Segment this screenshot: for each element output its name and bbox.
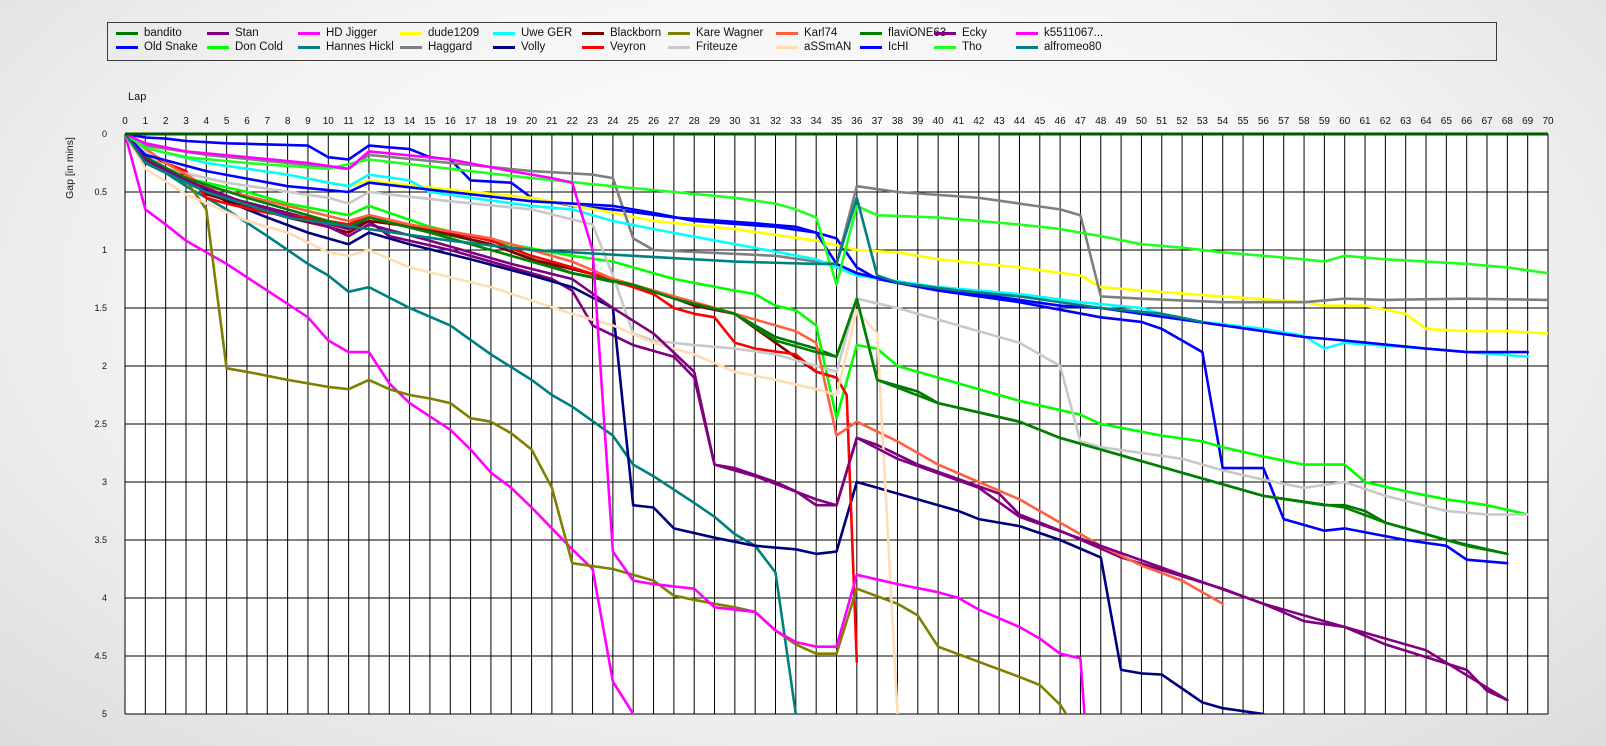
x-tick-label: 70 <box>1542 116 1554 127</box>
x-tick-label: 9 <box>305 116 311 127</box>
x-tick-label: 54 <box>1217 116 1229 127</box>
x-tick-label: 31 <box>750 116 762 127</box>
chart-plot: 0 1 2 3 4 5 6 7 8 9 10 11 12 13 14 15 16 17 18 19 20 21 22 23 24… <box>64 91 1554 719</box>
x-tick-label: 46 <box>1055 116 1067 127</box>
x-tick-label: 28 <box>689 116 701 127</box>
x-tick-label: 11 <box>343 116 354 127</box>
y-tick-label: 4.5 <box>94 651 107 661</box>
x-tick-label: 7 <box>265 116 271 127</box>
x-tick-label: 24 <box>607 116 619 127</box>
x-tick-label: 53 <box>1197 116 1209 127</box>
x-tick-label: 65 <box>1441 116 1453 127</box>
x-tick-label: 4 <box>204 116 210 127</box>
x-tick-label: 50 <box>1136 116 1148 127</box>
x-tick-label: 60 <box>1339 116 1351 127</box>
x-tick-label: 6 <box>244 116 250 127</box>
x-axis-title: Lap <box>128 91 146 103</box>
y-tick-label: 4 <box>102 593 107 603</box>
x-tick-label: 48 <box>1095 116 1107 127</box>
x-tick-label: 55 <box>1238 116 1250 127</box>
x-tick-label: 14 <box>404 116 416 127</box>
x-tick-label: 58 <box>1298 116 1310 127</box>
y-tick-label: 0.5 <box>94 187 107 197</box>
x-tick-label: 63 <box>1400 116 1412 127</box>
x-tick-label: 12 <box>363 116 375 127</box>
x-tick-label: 68 <box>1502 116 1514 127</box>
x-tick-label: 59 <box>1319 116 1331 127</box>
x-tick-label: 22 <box>567 116 579 127</box>
x-tick-label: 62 <box>1380 116 1392 127</box>
x-tick-label: 61 <box>1359 116 1371 127</box>
x-tick-label: 39 <box>912 116 924 127</box>
y-tick-label: 2 <box>102 361 107 371</box>
x-tick-label: 16 <box>445 116 457 127</box>
x-tick-label: 43 <box>994 116 1006 127</box>
x-tick-label: 64 <box>1420 116 1432 127</box>
x-tick-label: 23 <box>587 116 599 127</box>
x-tick-label: 29 <box>709 116 721 127</box>
y-tick-label: 5 <box>102 709 107 719</box>
x-tick-label: 13 <box>384 116 396 127</box>
x-tick-label: 15 <box>424 116 436 127</box>
x-tick-label: 10 <box>323 116 335 127</box>
x-tick-label: 5 <box>224 116 230 127</box>
x-tick-label: 67 <box>1481 116 1493 127</box>
x-tick-label: 30 <box>729 116 741 127</box>
x-tick-label: 44 <box>1014 116 1026 127</box>
x-tick-label: 34 <box>811 116 823 127</box>
x-tick-label: 35 <box>831 116 843 127</box>
x-tick-label: 27 <box>668 116 680 127</box>
x-tick-label: 3 <box>183 116 189 127</box>
x-tick-label: 40 <box>933 116 945 127</box>
x-tick-label: 32 <box>770 116 782 127</box>
x-tick-label: 66 <box>1461 116 1473 127</box>
x-tick-label: 69 <box>1522 116 1534 127</box>
x-tick-label: 41 <box>953 116 965 127</box>
x-tick-label: 26 <box>648 116 660 127</box>
y-tick-label: 0 <box>102 129 107 139</box>
x-tick-label: 42 <box>973 116 985 127</box>
y-tick-label: 2.5 <box>94 419 107 429</box>
x-tick-label: 8 <box>285 116 291 127</box>
x-tick-label: 17 <box>465 116 477 127</box>
y-axis-title: Gap [in mins] <box>64 137 76 199</box>
x-tick-label: 51 <box>1156 116 1168 127</box>
x-tick-label: 57 <box>1278 116 1290 127</box>
x-tick-label: 20 <box>526 116 538 127</box>
x-tick-label: 1 <box>143 116 149 127</box>
x-tick-label: 56 <box>1258 116 1270 127</box>
x-tick-label: 37 <box>872 116 884 127</box>
x-tick-label: 38 <box>892 116 904 127</box>
y-tick-label: 1 <box>102 245 107 255</box>
x-tick-label: 52 <box>1177 116 1189 127</box>
x-tick-label: 0 <box>122 116 128 127</box>
x-tick-label: 19 <box>506 116 518 127</box>
x-tick-label: 25 <box>628 116 640 127</box>
x-tick-label: 36 <box>851 116 863 127</box>
x-tick-label: 47 <box>1075 116 1087 127</box>
x-tick-label: 33 <box>790 116 802 127</box>
x-tick-label: 49 <box>1116 116 1128 127</box>
y-tick-label: 1.5 <box>94 303 107 313</box>
x-tick-label: 18 <box>485 116 497 127</box>
x-tick-label: 2 <box>163 116 169 127</box>
y-tick-label: 3.5 <box>94 535 107 545</box>
y-tick-label: 3 <box>102 477 107 487</box>
x-tick-label: 21 <box>546 116 558 127</box>
x-tick-label: 45 <box>1034 116 1046 127</box>
